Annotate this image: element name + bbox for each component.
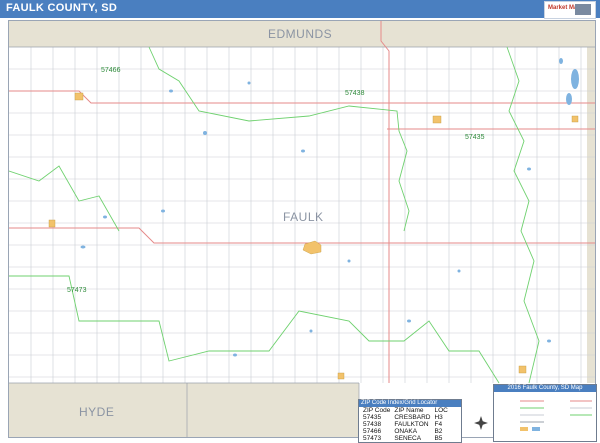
town-southwest (337, 372, 345, 380)
highway-sd45 (380, 21, 390, 383)
table-row: 57473 SENECA B5 (361, 435, 450, 442)
zip-locator-header-row: ZIP Code ZIP Name LOC (361, 407, 450, 414)
zip-code-cell: 57473 (363, 435, 382, 442)
legend-swatch-water (532, 427, 540, 431)
title-bar: FAULK COUNTY, SD Market Maps (0, 0, 600, 19)
south-neighbor-area (9, 383, 359, 437)
compass-icon (474, 416, 488, 430)
zip-label-57473: 57473 (67, 287, 87, 294)
pond-14 (407, 319, 411, 323)
map-title: FAULK COUNTY, SD (6, 2, 118, 14)
zip-label-57438: 57438 (345, 90, 365, 97)
zip-loc-cell: F4 (434, 421, 443, 428)
table-row: 57438 FAULKTON F4 (361, 421, 450, 428)
pond-2 (203, 131, 207, 135)
pond-9 (233, 353, 237, 357)
legend-swatch-town (520, 427, 528, 431)
pond-11 (547, 339, 551, 343)
publisher-logo: Market Maps (544, 1, 596, 19)
zip-locator-grid: ZIP Code ZIP Name LOC 57435 CRESBARD H3 … (361, 407, 450, 442)
county-label: FAULK (283, 210, 324, 224)
pond-1 (169, 89, 173, 93)
zip-locator-header: ZIP Name (394, 407, 424, 414)
pond-10 (309, 329, 313, 333)
town-south (518, 365, 527, 374)
zip-name-cell: ONAKA (394, 428, 418, 435)
zip-locator-table: ZIP Code Index/Grid Locator ZIP Code ZIP… (358, 399, 462, 443)
pond-4 (103, 215, 107, 219)
zip-loc-cell: H3 (434, 414, 443, 421)
map-legend: 2016 Faulk County, SD Map (493, 384, 597, 442)
legend-title: 2016 Faulk County, SD Map (494, 385, 596, 392)
zip-locator-title: ZIP Code Index/Grid Locator (359, 400, 461, 407)
pond-8 (347, 259, 351, 263)
lake-1 (571, 69, 579, 89)
pond-5 (80, 245, 86, 249)
lake-3 (559, 58, 563, 64)
town-cresbard (432, 115, 442, 124)
zip-name-cell: SENECA (394, 435, 422, 442)
east-neighbor-area (587, 47, 595, 383)
towns (48, 92, 579, 380)
town-onaka (74, 92, 84, 101)
zip-loc-cell: B5 (434, 435, 443, 442)
neighbor-label-north: EDMUNDS (268, 27, 333, 41)
zip-code-cell: 57466 (363, 428, 382, 435)
zip-name-cell: FAULKTON (394, 421, 429, 428)
neighbor-label-south: HYDE (79, 405, 115, 419)
table-row: 57466 ONAKA B2 (361, 428, 450, 435)
table-row: 57435 CRESBARD H3 (361, 414, 450, 421)
map-canvas[interactable]: EDMUNDS HYDE FAULK 57466 57438 57435 574… (8, 20, 596, 438)
lake-2 (566, 93, 572, 105)
zip-locator-header: ZIP Code (363, 407, 391, 414)
zip-label-57466: 57466 (101, 67, 121, 74)
zip-code-cell: 57435 (363, 414, 382, 421)
zip-boundaries (9, 46, 540, 384)
town-seneca (48, 219, 56, 228)
zip-loc-cell: B2 (434, 428, 443, 435)
town-east (571, 115, 579, 123)
map-graphics (9, 21, 595, 437)
logo-mark (575, 4, 591, 15)
legend-symbols (520, 400, 592, 431)
zip-name-cell: CRESBARD (394, 414, 431, 421)
pond-6 (161, 209, 165, 213)
pond-3 (247, 81, 251, 85)
zip-label-57435: 57435 (465, 134, 485, 141)
zip-boundary-east (506, 46, 540, 384)
pond-12 (527, 167, 531, 171)
zip-boundary-west (9, 165, 120, 232)
zip-code-cell: 57438 (363, 421, 382, 428)
zip-boundary-north (148, 46, 410, 232)
zip-locator-header: LOC (434, 407, 448, 414)
pond-13 (457, 269, 461, 273)
pond-7 (301, 149, 305, 153)
